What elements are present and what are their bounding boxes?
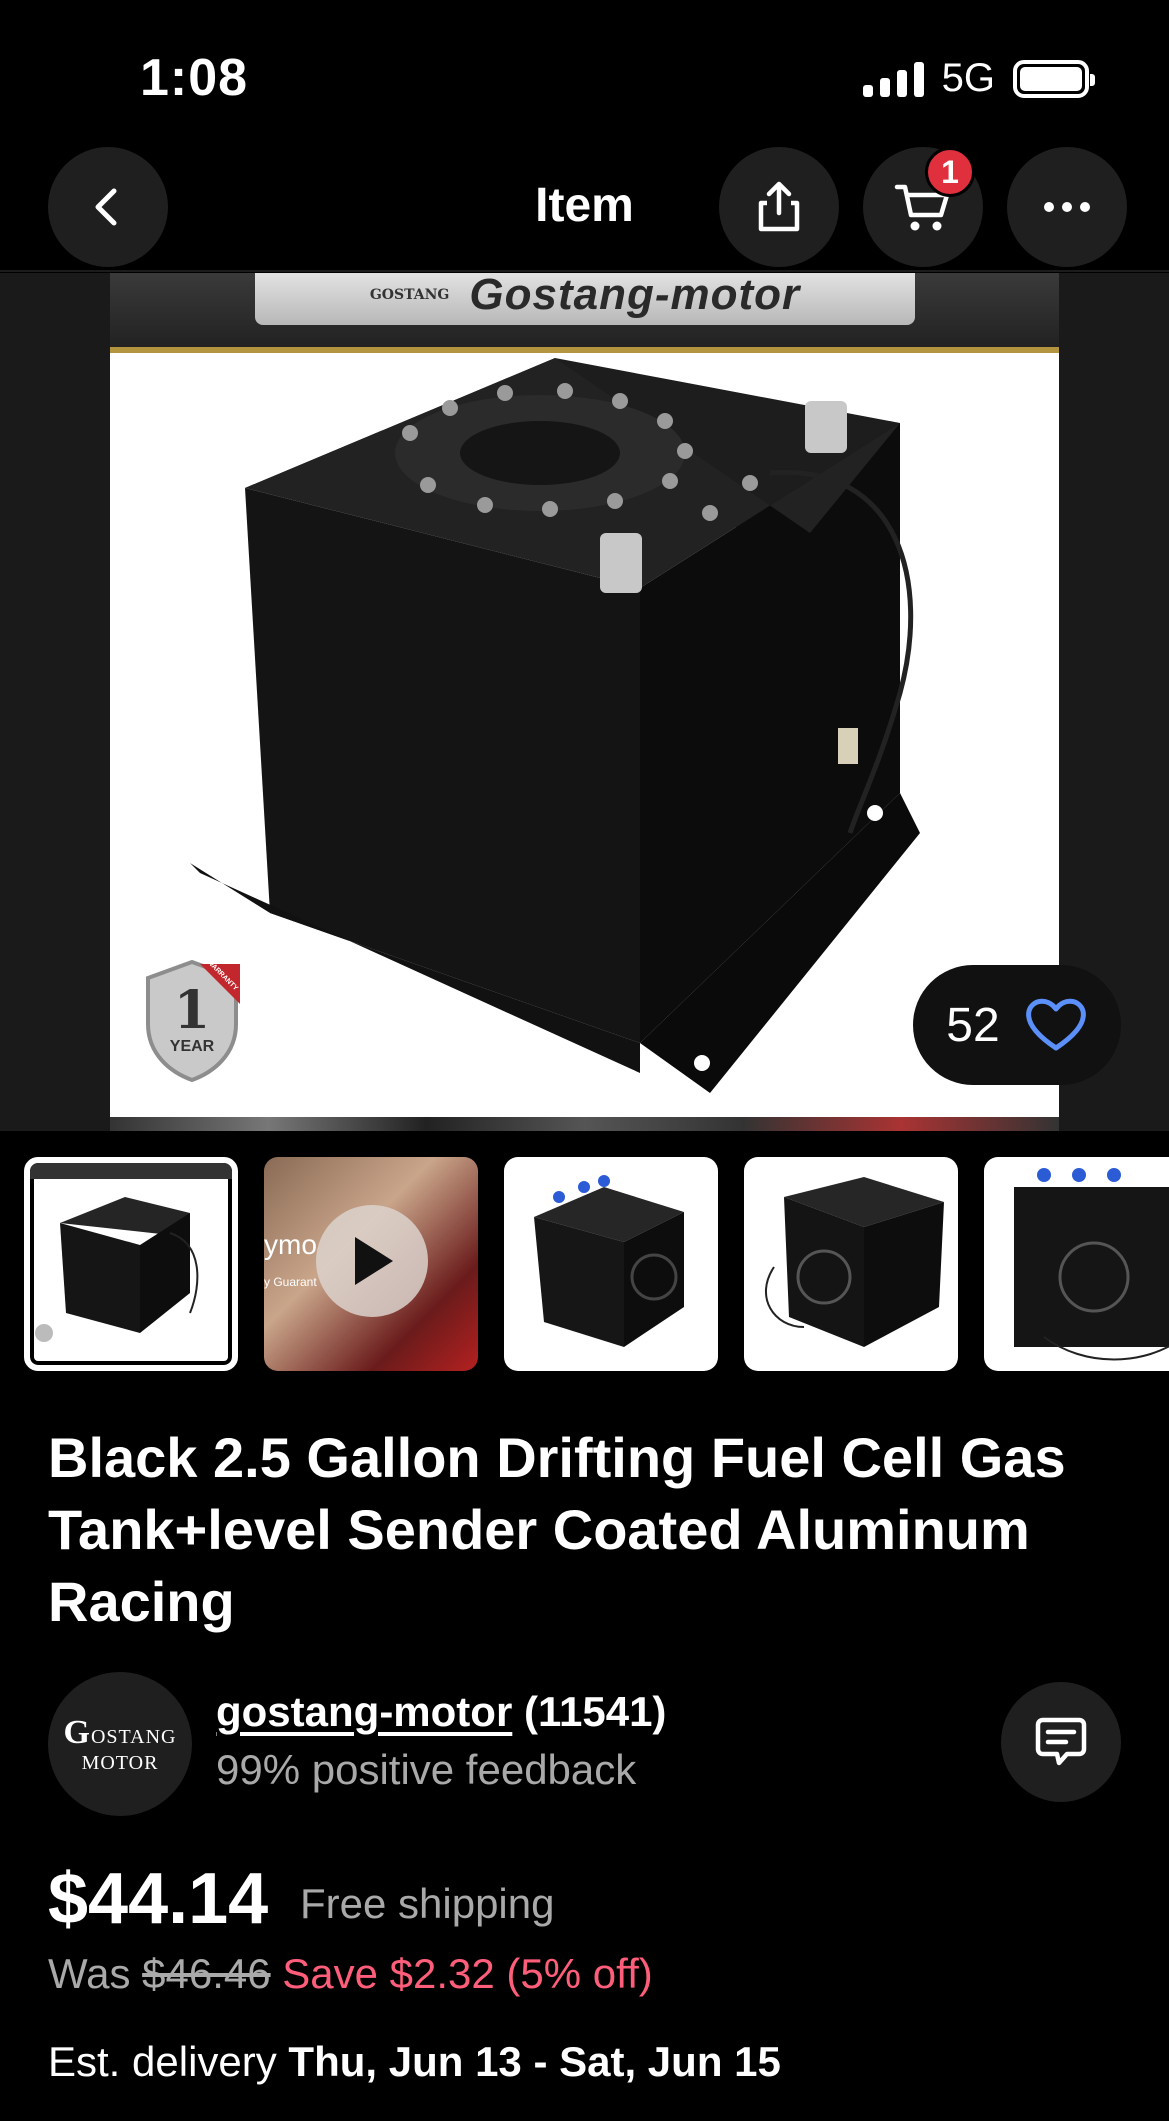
- savings-text: Save $2.32 (5% off): [282, 1950, 653, 1997]
- cart-count-badge: 1: [925, 147, 975, 197]
- seller-avatar-line1-rest: OSTANG: [90, 1725, 177, 1748]
- warranty-badge-icon: 1 YEAR WARRANTY: [140, 958, 244, 1084]
- play-icon: [355, 1237, 393, 1285]
- shipping-info: Free shipping: [300, 1880, 555, 1927]
- seller-name-link[interactable]: gostang-motor: [216, 1688, 512, 1735]
- video-thumb-text: ymo: [264, 1229, 317, 1260]
- thumbnail-1[interactable]: [24, 1157, 238, 1371]
- seller-feedback-percent: 99% positive feedback: [216, 1746, 637, 1793]
- delivery-dates: Thu, Jun 13 - Sat, Jun 15: [288, 2038, 781, 2085]
- seller-feedback-count: (11541): [523, 1688, 667, 1735]
- warranty-badge-label: YEAR: [169, 1038, 215, 1055]
- watchers-count: 52: [946, 998, 1000, 1052]
- item-title: Black 2.5 Gallon Drifting Fuel Cell Gas …: [48, 1426, 1066, 1633]
- video-thumb-subtext: y Guarant: [264, 1275, 317, 1289]
- play-button[interactable]: [316, 1205, 428, 1317]
- seller-avatar[interactable]: GOSTANG MOTOR: [48, 1672, 192, 1816]
- thumbnail-5[interactable]: [984, 1157, 1169, 1371]
- was-price-row: Was $46.46 Save $2.32 (5% off): [48, 1950, 653, 1998]
- delivery-label: Est. delivery: [48, 2038, 277, 2085]
- more-horizontal-icon: [1044, 202, 1090, 212]
- status-time: 1:08: [140, 49, 249, 107]
- share-button[interactable]: [719, 147, 839, 267]
- warranty-badge-number: 1: [173, 980, 211, 1041]
- chevron-left-icon: [95, 188, 117, 226]
- estimated-delivery: Est. delivery Thu, Jun 13 - Sat, Jun 15: [48, 2038, 781, 2086]
- battery-icon: [1013, 59, 1095, 98]
- was-price: $46.46: [142, 1950, 271, 1997]
- thumbnail-tank-image: [30, 1163, 232, 1342]
- thumbnail-strip[interactable]: ymo y Guarant: [0, 1131, 1169, 1391]
- status-indicators: 5G: [862, 56, 1095, 101]
- seller-avatar-line2: MOTOR: [81, 1751, 159, 1774]
- thumbnail-4[interactable]: [744, 1157, 958, 1371]
- watch-button[interactable]: 52: [913, 965, 1121, 1085]
- item-price: $44.14: [48, 1859, 269, 1939]
- was-label: Was: [48, 1950, 131, 1997]
- contact-seller-button[interactable]: [1001, 1682, 1121, 1802]
- heart-icon: [1025, 998, 1086, 1051]
- thumbnail-video[interactable]: ymo y Guarant: [264, 1157, 478, 1371]
- nav-bar: Item: [0, 140, 1169, 272]
- status-bar: 1:08 5G: [0, 0, 1169, 140]
- thumbnail-3[interactable]: [504, 1157, 718, 1371]
- seller-avatar-line1: GOSTANG: [64, 1714, 177, 1752]
- seller-name-row: gostang-motor (11541): [216, 1688, 666, 1736]
- seller-avatar-initial: G: [63, 1713, 91, 1751]
- back-button[interactable]: [48, 147, 168, 267]
- cellular-signal-icon: [862, 61, 924, 97]
- share-icon: [758, 181, 800, 232]
- thumbnail-tank-image: [764, 1177, 944, 1347]
- message-icon: [1035, 1717, 1087, 1766]
- thumbnail-tank-image: [534, 1175, 684, 1347]
- more-options-button[interactable]: [1007, 147, 1127, 267]
- image-footer-strip: [110, 1117, 1059, 1131]
- thumbnail-tank-image: [1014, 1168, 1169, 1361]
- network-type: 5G: [941, 56, 995, 100]
- page-title: Item: [535, 179, 634, 232]
